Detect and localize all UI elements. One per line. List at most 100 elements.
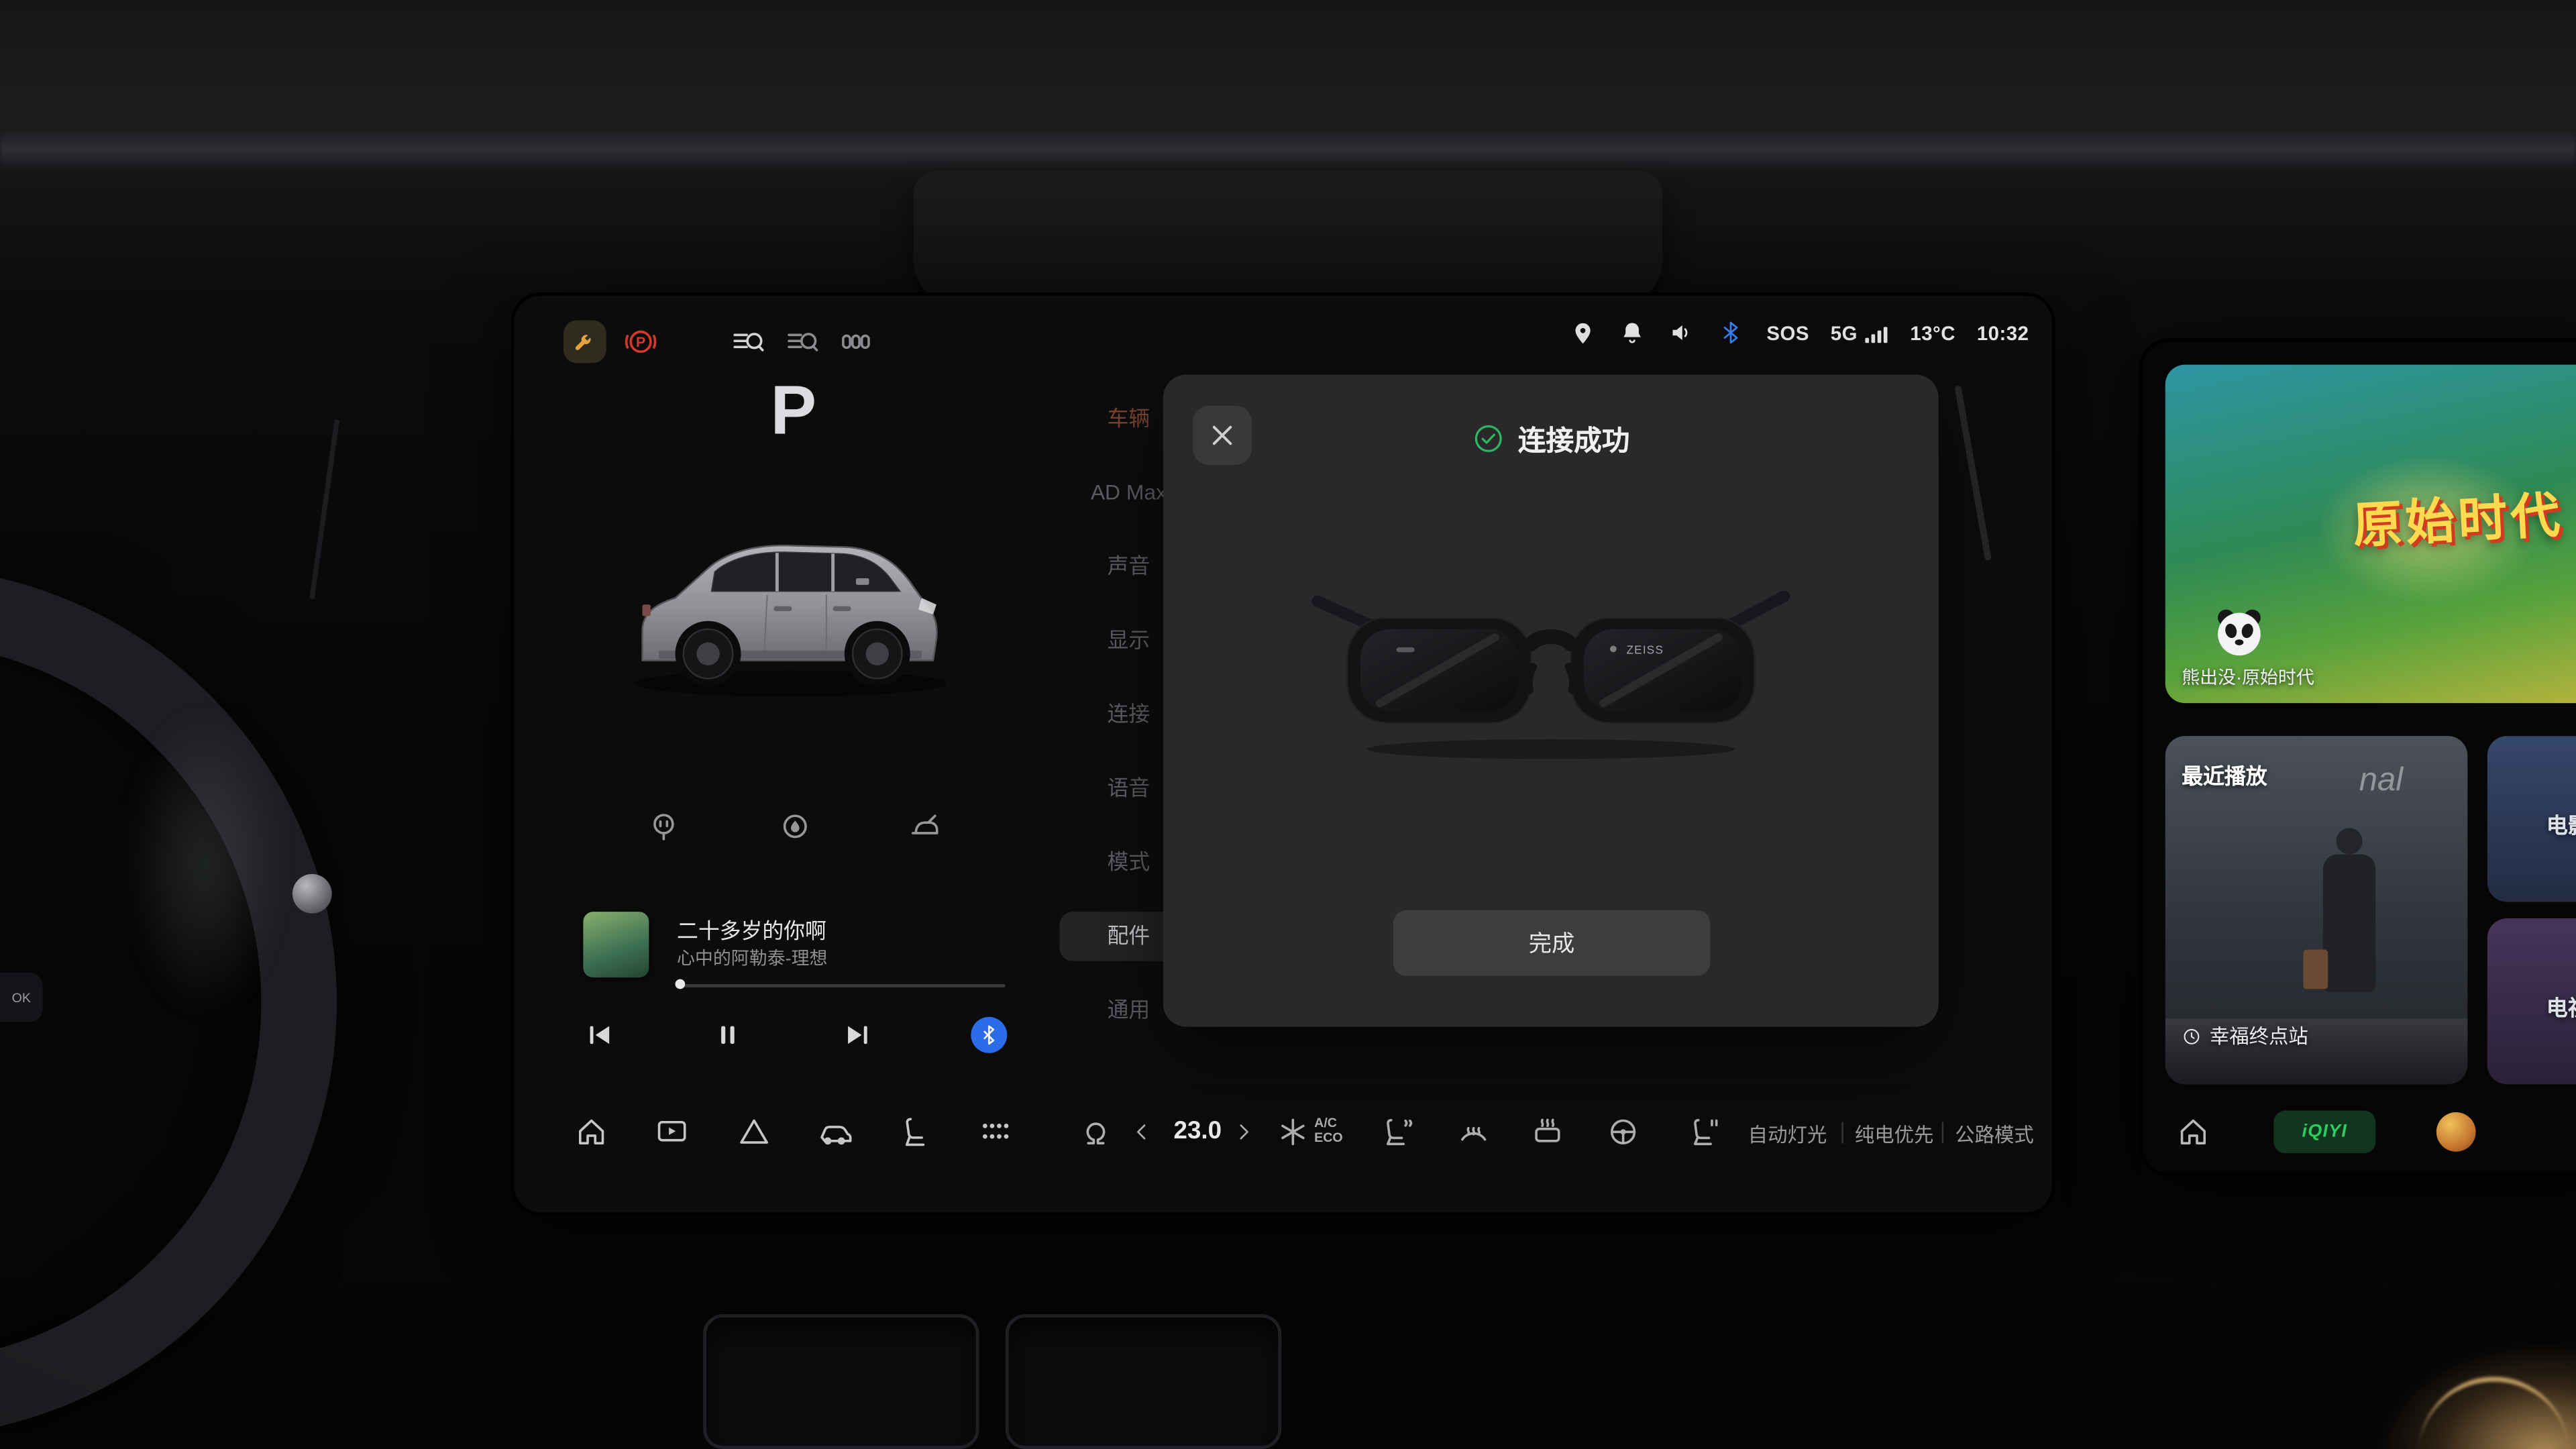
network-status: 5G	[1831, 319, 1889, 345]
dock-apps-button[interactable]	[977, 1114, 1014, 1158]
notification-bell-icon[interactable]	[1619, 319, 1647, 347]
air-vent-right	[1006, 1314, 1281, 1449]
media-title: 二十多岁的你啊	[677, 914, 826, 945]
network-label: 5G	[1831, 321, 1858, 344]
service-indicator-chip[interactable]	[564, 321, 606, 364]
category-card-tv[interactable]: 电视剧	[2487, 918, 2576, 1084]
headrest-indicator	[838, 323, 874, 360]
air-vent-left	[703, 1314, 979, 1449]
category-tv-label: 电视剧	[2546, 991, 2576, 1022]
movie-suitcase	[2303, 950, 2328, 989]
steering-stalk-knob	[292, 874, 332, 914]
dock-home-button[interactable]	[574, 1114, 610, 1150]
seat-vent-icon	[1686, 1114, 1722, 1150]
seat-ventilation-button[interactable]	[1686, 1114, 1722, 1150]
audio-source-bluetooth-button[interactable]	[971, 1017, 1007, 1053]
windshield-edge-highlight	[0, 128, 2576, 171]
recent-caption-row: 幸福终点站	[2182, 1022, 2308, 1050]
ac-fan-button[interactable]	[1275, 1114, 1311, 1150]
next-track-button[interactable]	[841, 1018, 874, 1059]
front-defrost-icon	[1456, 1114, 1492, 1150]
media-progress-handle[interactable]	[676, 979, 686, 989]
ev-priority-toggle[interactable]: 纯电优先	[1848, 1120, 1940, 1148]
recent-movie-title: 幸福终点站	[2210, 1022, 2308, 1050]
dock-seat-button[interactable]	[897, 1114, 933, 1150]
media-artist: 心中的阿勒泰-理想	[677, 945, 828, 971]
rear-defrost-button[interactable]	[1529, 1114, 1566, 1150]
app-grid-icon	[977, 1114, 1014, 1150]
projection-icon	[654, 1114, 690, 1150]
dock-vehicle-button[interactable]	[816, 1114, 853, 1150]
steering-ok-label: OK	[12, 990, 31, 1005]
volume-icon[interactable]	[1668, 319, 1696, 347]
steering-heat-button[interactable]	[1605, 1114, 1642, 1150]
steering-ok-button: OK	[0, 973, 43, 1022]
fan-icon	[1275, 1114, 1311, 1150]
passenger-home-button[interactable]	[2175, 1114, 2211, 1150]
album-art[interactable]	[583, 912, 649, 977]
ac-eco-labels[interactable]: A/C ECO	[1314, 1116, 1342, 1145]
poster-background-text: nal	[2359, 762, 2403, 800]
dock-navigation-button[interactable]	[736, 1114, 772, 1150]
center-display: P SOS 5G 13°C 10:32 P	[515, 296, 2052, 1213]
road-mode-toggle[interactable]: 公路模式	[1948, 1120, 2040, 1148]
seat-icon	[897, 1114, 933, 1150]
tailgate-icon	[907, 808, 943, 845]
front-defrost-button[interactable]	[1456, 1114, 1492, 1150]
home-icon	[2175, 1114, 2211, 1150]
movie-figure	[2336, 828, 2362, 854]
recent-played-card[interactable]: nal 最近播放 幸福终点站	[2165, 736, 2468, 1084]
temp-down-button[interactable]	[1128, 1119, 1155, 1145]
charge-port-button[interactable]	[645, 808, 682, 845]
dialog-title: 连接成功	[1518, 417, 1630, 458]
seat-heat-icon	[1379, 1114, 1415, 1150]
pause-button[interactable]	[711, 1018, 744, 1059]
dock-projection-button[interactable]	[654, 1114, 690, 1150]
fuel-port-button[interactable]	[777, 808, 813, 845]
charge-port-icon	[645, 808, 682, 845]
chevron-left-icon	[1128, 1119, 1155, 1145]
clock-icon	[2182, 1026, 2201, 1045]
movie-figure-body	[2323, 854, 2375, 992]
media-app-button[interactable]	[2436, 1112, 2476, 1152]
location-icon[interactable]	[1570, 319, 1598, 347]
cabin: OK P S	[0, 0, 2576, 1449]
seat-monitor-indicator-2	[784, 323, 820, 360]
media-progress-bar[interactable]	[677, 984, 1006, 987]
hook-toggle-button[interactable]	[1078, 1114, 1114, 1150]
pause-icon	[711, 1018, 744, 1051]
bluetooth-icon[interactable]	[1717, 319, 1746, 347]
lines-magnifier-icon	[729, 323, 765, 360]
steering-wheel-icon	[1605, 1114, 1642, 1150]
recent-played-label: 最近播放	[2182, 759, 2267, 790]
cabin-temperature: 23.0	[1161, 1117, 1234, 1145]
center-speaker-grille	[914, 171, 1663, 306]
lines-magnifier-icon	[784, 323, 820, 360]
auto-headlight-toggle[interactable]: 自动灯光	[1741, 1120, 1833, 1148]
connection-success-dialog: 连接成功 ZE	[1163, 374, 1939, 1026]
previous-track-button[interactable]	[583, 1018, 616, 1059]
iqiyi-app-button[interactable]: iQIYI	[2273, 1111, 2375, 1154]
fuel-port-icon	[777, 808, 813, 845]
temp-up-button[interactable]	[1230, 1119, 1256, 1145]
eco-label: ECO	[1314, 1130, 1342, 1145]
chevron-right-icon	[1230, 1119, 1256, 1145]
navigation-triangle-icon	[736, 1114, 772, 1150]
steering-wheel-highlight	[91, 641, 321, 1084]
smart-glasses-image: ZEISS	[1304, 572, 1797, 769]
toggle-divider	[1841, 1122, 1843, 1144]
home-icon	[574, 1114, 610, 1150]
previous-icon	[583, 1018, 616, 1051]
wrench-icon	[572, 329, 598, 355]
tailgate-button[interactable]	[907, 808, 943, 845]
driver-seat-climate-button[interactable]	[1379, 1114, 1415, 1150]
outside-temperature: 13°C	[1910, 321, 1955, 344]
sos-label[interactable]: SOS	[1766, 321, 1809, 344]
glasses-brand-mark: ZEISS	[1626, 643, 1664, 657]
featured-movie-card[interactable]: 原始时代 熊出没·原始时代	[2165, 365, 2576, 703]
signal-bars-icon	[1862, 319, 1888, 345]
gear-indicator: P	[515, 371, 1073, 450]
success-check-icon	[1472, 421, 1505, 454]
done-button[interactable]: 完成	[1393, 910, 1711, 976]
category-card-movie[interactable]: 电影	[2487, 736, 2576, 902]
